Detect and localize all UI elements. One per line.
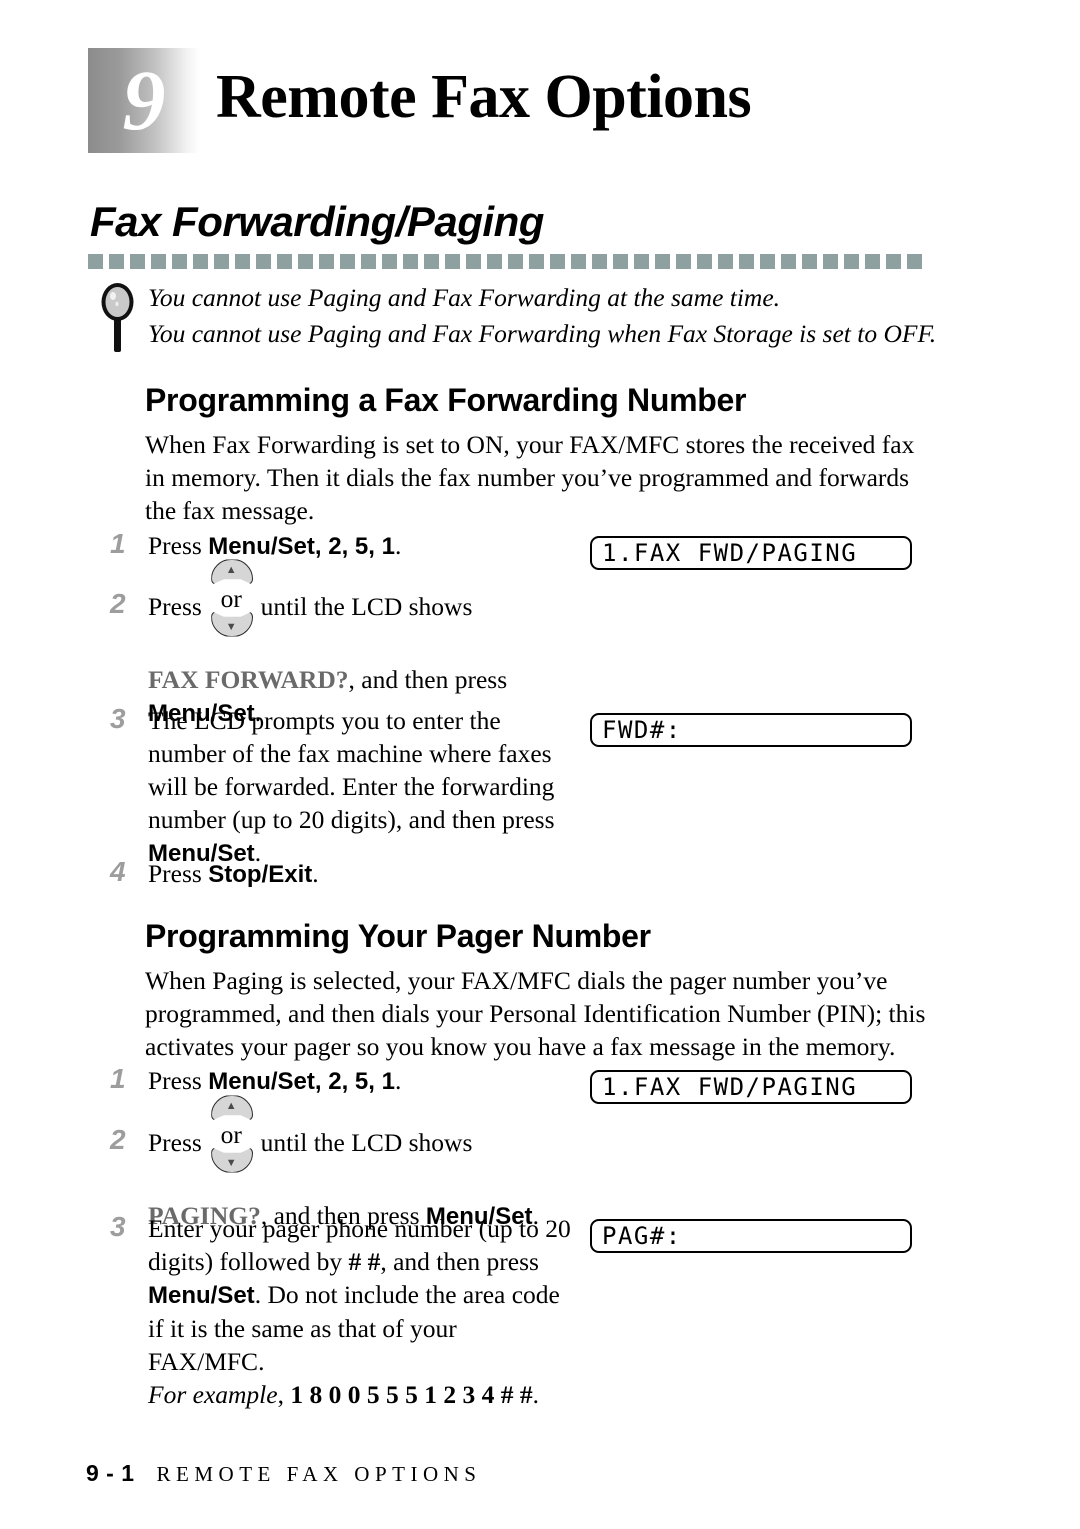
step-number: 1 [110, 1063, 126, 1094]
subheading-pager-number: Programming Your Pager Number [145, 918, 651, 954]
step-press-label: Press [148, 531, 209, 560]
hash-hash-key: # # [348, 1247, 381, 1276]
down-arrow-icon: ▼ [225, 1157, 237, 1169]
step-number: 3 [110, 703, 126, 734]
step-text: Press Stop/Exit. [148, 857, 319, 891]
step-main-text: The LCD prompts you to enter the number … [148, 706, 555, 834]
or-label: or [220, 584, 242, 613]
paragraph-fax-forwarding-intro: When Fax Forwarding is set to ON, your F… [145, 430, 915, 525]
step-then-press: , and then press [348, 665, 508, 694]
lcd-prompt-word: FAX FORWARD? [148, 665, 349, 694]
lcd-display-pager-number: PAG#: [590, 1219, 912, 1253]
chapter-number: 9 [122, 52, 166, 148]
lcd-text: FWD#: [602, 716, 682, 744]
magnifier-icon [98, 282, 138, 354]
step-number: 3 [110, 1211, 126, 1242]
step-text: Press Menu/Set, 2, 5, 1. [148, 529, 401, 563]
up-down-key-icon[interactable]: ▲ or ▼ [208, 559, 254, 637]
lcd-text: 1.FAX FWD/PAGING [602, 539, 858, 567]
step-period: . [394, 531, 402, 560]
step-number: 2 [110, 588, 126, 619]
step-press-label: Press [148, 592, 209, 621]
lcd-text: PAG#: [602, 1222, 682, 1250]
footer-page-number: 9 - 1 [86, 1460, 135, 1486]
example-value: 1 8 0 0 5 5 5 1 2 3 4 # # [290, 1380, 533, 1409]
step-after-key-text: until the LCD shows [254, 1128, 473, 1157]
or-label: or [220, 1120, 242, 1149]
key-menu-set: Menu/Set [148, 1282, 255, 1309]
step-press-label: Press [148, 859, 209, 888]
chapter-title: Remote Fax Options [216, 63, 752, 131]
example-separator: , [277, 1380, 291, 1409]
subheading-fax-forwarding: Programming a Fax Forwarding Number [145, 382, 747, 418]
step-period: . [394, 1066, 402, 1095]
key-menu-set: Menu/Set [208, 1068, 315, 1095]
chapter-header: 9 Remote Fax Options [88, 48, 948, 156]
step-number: 1 [110, 528, 126, 559]
lcd-display-fax-fwd-paging-2: 1.FAX FWD/PAGING [590, 1070, 912, 1104]
lcd-display-fax-fwd-paging-1: 1.FAX FWD/PAGING [590, 536, 912, 570]
lcd-text: 1.FAX FWD/PAGING [602, 1073, 858, 1101]
section-title: Fax Forwarding/Paging [90, 198, 544, 245]
footer-breadcrumb: REMOTE FAX OPTIONS [156, 1462, 482, 1486]
step-text: Press Menu/Set, 2, 5, 1. [148, 1064, 401, 1098]
step-number: 4 [110, 856, 126, 887]
key-stop-exit: Stop/Exit [208, 861, 313, 888]
paragraph-pager-intro: When Paging is selected, your FAX/MFC di… [145, 966, 926, 1061]
step-text: Enter your pager phone number (up to 20 … [148, 1212, 578, 1411]
step-after-key-text: until the LCD shows [254, 592, 473, 621]
step-press-label: Press [148, 1066, 209, 1095]
step-period: . [312, 859, 319, 888]
note-text: You cannot use Paging and Fax Forwarding… [148, 280, 938, 352]
step-text: The LCD prompts you to enter the number … [148, 704, 568, 870]
note-line-1: You cannot use Paging and Fax Forwarding… [148, 283, 781, 312]
step-press-label: Press [148, 1128, 209, 1157]
step-number: 2 [110, 1124, 126, 1155]
key-digits: , 2, 5, 1 [314, 533, 395, 560]
down-arrow-icon: ▼ [225, 621, 237, 633]
key-digits: , 2, 5, 1 [314, 1068, 395, 1095]
up-arrow-icon: ▲ [225, 1100, 237, 1112]
lcd-display-fwd-number: FWD#: [590, 713, 912, 747]
page-footer: 9 - 1 REMOTE FAX OPTIONS [86, 1460, 482, 1487]
up-down-key-icon[interactable]: ▲ or ▼ [208, 1095, 254, 1173]
step-text-b: , and then press [380, 1247, 539, 1276]
key-menu-set: Menu/Set [208, 533, 315, 560]
example-label: For example [148, 1380, 278, 1409]
dotted-rule-divider [88, 254, 932, 269]
example-period: . [532, 1380, 539, 1409]
note-line-2: You cannot use Paging and Fax Forwarding… [148, 319, 937, 348]
up-arrow-icon: ▲ [225, 564, 237, 576]
